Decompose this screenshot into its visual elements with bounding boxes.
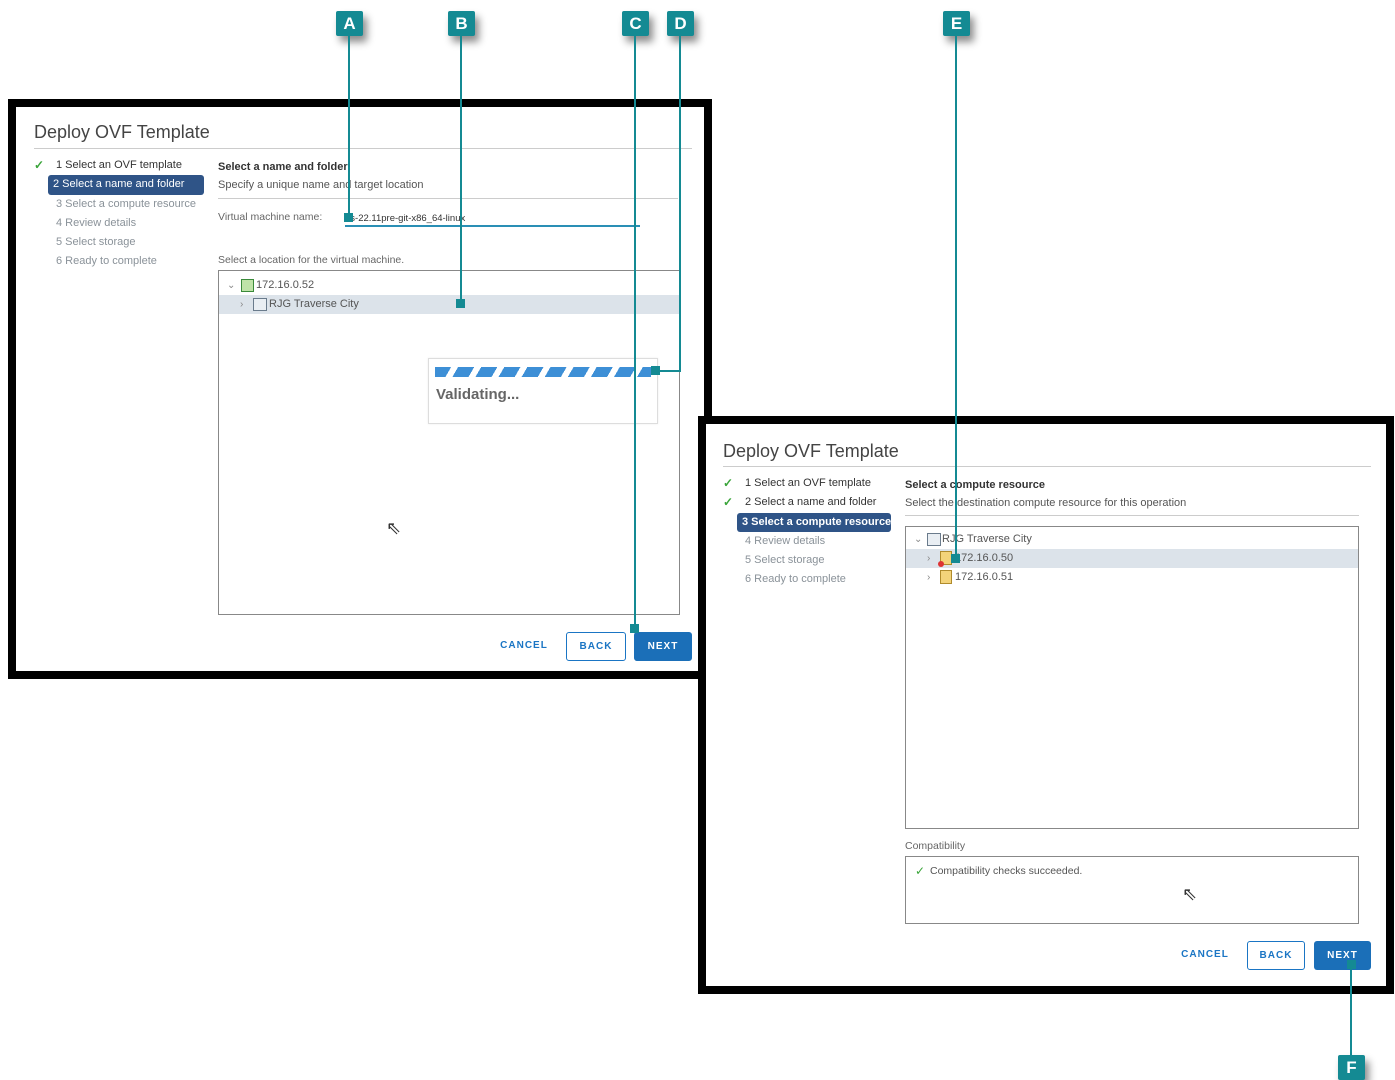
datacenter-icon	[927, 532, 941, 546]
step-select-compute-resource[interactable]: 3 Select a compute resource	[48, 195, 204, 214]
callout-a-badge: A	[336, 11, 363, 36]
wizard-steps: ✓ 1 Select an OVF template 2 Select a nam…	[34, 156, 204, 272]
callout-d-leader	[679, 36, 681, 372]
tree-item-host-51[interactable]: › 172.16.0.51	[906, 568, 1358, 587]
section-divider	[905, 515, 1359, 516]
callout-b-marker	[456, 299, 465, 308]
vm-name-label: Virtual machine name:	[218, 211, 323, 223]
compatibility-panel: ✓ Compatibility checks succeeded. ⇖	[905, 856, 1359, 924]
check-icon: ✓	[915, 864, 926, 878]
compute-resource-tree: ⌄ RJG Traverse City › 172.16.0.50 › 172.…	[905, 526, 1359, 829]
callout-c-marker	[630, 624, 639, 633]
chevron-right-icon[interactable]: ›	[927, 549, 930, 568]
callout-f-leader	[1350, 964, 1352, 1056]
check-icon: ✓	[34, 158, 45, 172]
callout-d-marker	[651, 366, 660, 375]
callout-e-marker	[951, 554, 960, 563]
tree-item-host-50[interactable]: › 172.16.0.50	[906, 549, 1358, 568]
back-button[interactable]: BACK	[1247, 941, 1305, 970]
section-divider	[218, 198, 678, 199]
step-ready-to-complete[interactable]: 6 Ready to complete	[737, 570, 891, 589]
wizard-steps: ✓ 1 Select an OVF template ✓ 2 Select a na…	[723, 474, 891, 590]
next-button[interactable]: NEXT	[1314, 941, 1371, 970]
check-icon: ✓	[723, 495, 734, 510]
step-ready-to-complete[interactable]: 6 Ready to complete	[48, 252, 204, 271]
callout-c-leader	[634, 36, 636, 628]
validating-text: Validating...	[436, 386, 520, 403]
step-select-ovf-template[interactable]: ✓ 1 Select an OVF template	[723, 474, 891, 493]
mouse-cursor-icon: ⇖	[386, 518, 402, 538]
callout-e-badge: E	[943, 11, 970, 36]
section-subtitle: Select the destination compute resource …	[905, 497, 1187, 509]
chevron-right-icon[interactable]: ›	[927, 568, 930, 587]
dialog-title: Deploy OVF Template	[34, 122, 210, 142]
compatibility-message: Compatibility checks succeeded.	[930, 865, 1083, 877]
check-icon: ✓	[723, 476, 734, 490]
vm-name-input[interactable]	[345, 211, 640, 227]
section-subtitle: Specify a unique name and target locatio…	[218, 179, 424, 191]
back-button[interactable]: BACK	[566, 632, 626, 661]
location-label: Select a location for the virtual machin…	[218, 254, 405, 266]
location-tree: ⌄ 172.16.0.52 › RJG Traverse City	[218, 270, 680, 615]
step-select-storage[interactable]: 5 Select storage	[48, 233, 204, 252]
step-select-ovf-template[interactable]: ✓ 1 Select an OVF template	[34, 156, 204, 175]
step-select-storage[interactable]: 5 Select storage	[737, 551, 891, 570]
title-divider	[34, 148, 692, 149]
callout-a-marker	[344, 213, 353, 222]
section-title: Select a compute resource	[905, 479, 1046, 491]
datacenter-icon	[253, 297, 267, 311]
section-title: Select a name and folder	[218, 161, 348, 173]
callout-d-badge: D	[667, 11, 694, 36]
step-review-details[interactable]: 4 Review details	[737, 532, 891, 551]
step-select-name-folder[interactable]: 2 Select a name and folder	[48, 175, 204, 195]
validating-progress-bar	[435, 367, 651, 377]
cancel-button[interactable]: CANCEL	[1175, 941, 1235, 969]
vcenter-icon	[241, 278, 254, 292]
tree-item-datacenter[interactable]: › RJG Traverse City	[219, 295, 679, 314]
tree-item-datacenter[interactable]: ⌄ RJG Traverse City	[906, 530, 1358, 549]
chevron-right-icon[interactable]: ›	[240, 295, 243, 314]
tree-item-vcenter[interactable]: ⌄ 172.16.0.52	[219, 276, 679, 295]
callout-e-leader	[955, 36, 957, 558]
next-button[interactable]: NEXT	[634, 632, 692, 661]
cancel-button[interactable]: CANCEL	[494, 632, 554, 660]
mouse-cursor-icon: ⇖	[1182, 884, 1198, 904]
callout-a-leader	[348, 36, 350, 217]
callout-c-badge: C	[622, 11, 649, 36]
validating-popup: Validating...	[428, 358, 658, 424]
callout-b-badge: B	[448, 11, 475, 36]
title-divider	[723, 466, 1371, 467]
dialog-title: Deploy OVF Template	[723, 441, 899, 461]
host-icon	[940, 570, 952, 585]
chevron-down-icon[interactable]: ⌄	[227, 276, 235, 295]
step-select-compute-resource[interactable]: 3 Select a compute resource	[737, 512, 891, 532]
step-select-name-folder[interactable]: ✓ 2 Select a name and folder	[723, 493, 891, 512]
chevron-down-icon[interactable]: ⌄	[914, 530, 922, 549]
callout-b-leader	[460, 36, 462, 304]
compatibility-label: Compatibility	[905, 840, 966, 852]
callout-f-badge: F	[1338, 1055, 1365, 1080]
step-review-details[interactable]: 4 Review details	[48, 214, 204, 233]
